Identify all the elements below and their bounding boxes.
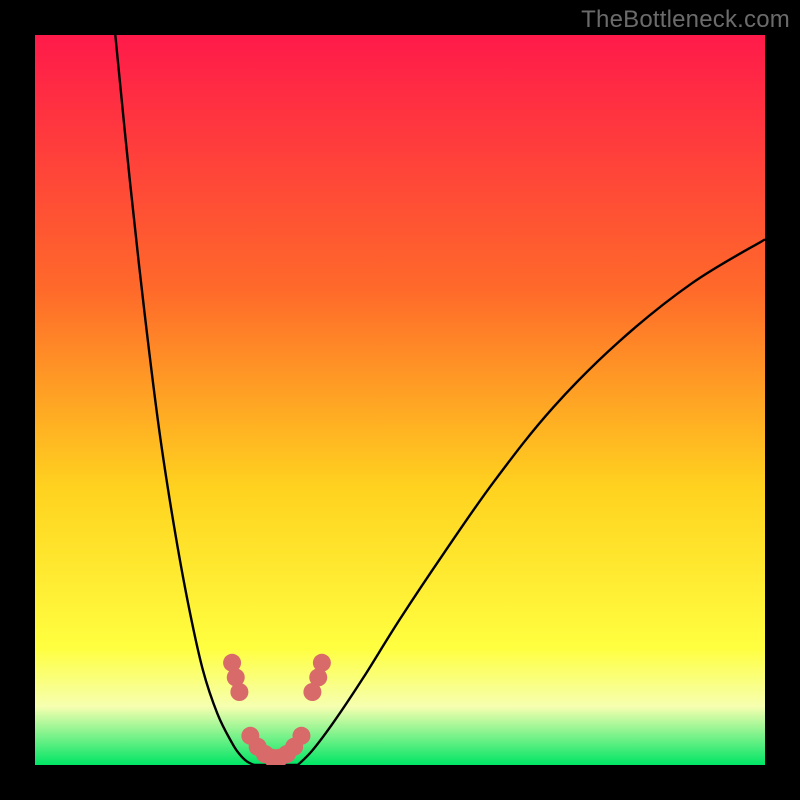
- marker-dot: [292, 727, 310, 745]
- marker-dot: [313, 654, 331, 672]
- heat-background: [35, 35, 765, 765]
- plot-svg: [35, 35, 765, 765]
- chart-frame: TheBottleneck.com: [0, 0, 800, 800]
- watermark-text: TheBottleneck.com: [581, 6, 790, 34]
- marker-dot: [230, 683, 248, 701]
- plot-area: [35, 35, 765, 765]
